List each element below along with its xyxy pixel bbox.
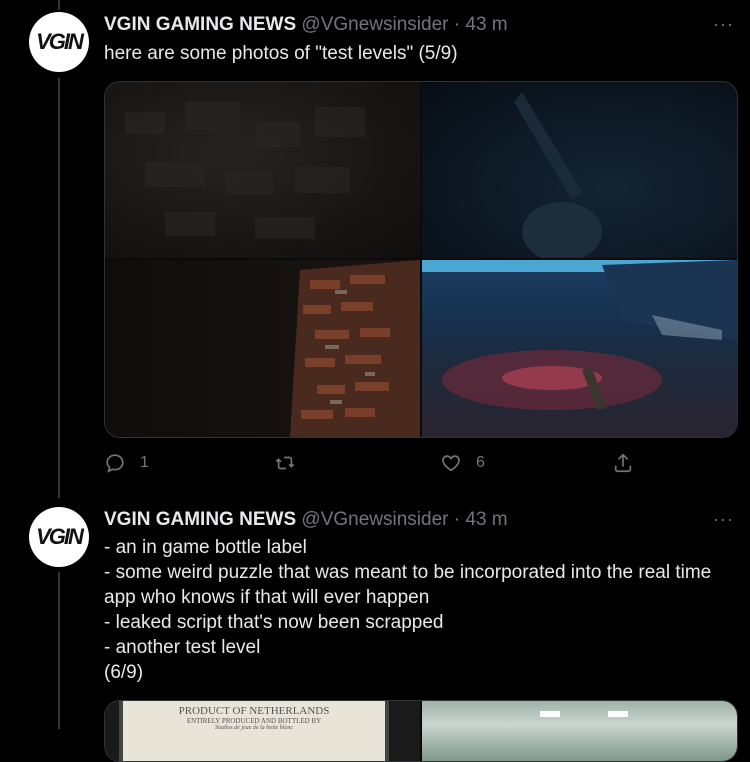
more-options-button[interactable]: ···: [713, 14, 734, 35]
media-grid: [104, 81, 738, 438]
tweet-text-line: here are some photos of "test levels" (5…: [104, 43, 458, 64]
tweet-text-line: - leaked script that's now been scrapped: [104, 612, 444, 633]
media-image-3[interactable]: [105, 260, 420, 437]
reply-icon: [106, 454, 124, 473]
avatar-logo-text: VGIN: [36, 29, 84, 54]
reply-count: 1: [140, 454, 149, 471]
retweet-icon: [275, 456, 295, 470]
tweet-text-line: - another test level: [104, 637, 261, 658]
retweet-button[interactable]: [274, 452, 296, 474]
media-image-2[interactable]: [422, 82, 737, 262]
tweet[interactable]: VGIN VGIN GAMING NEWS @VGnewsinsider · 4…: [0, 500, 750, 762]
media-image-2[interactable]: [422, 701, 737, 761]
bottle-label: PRODUCT OF NETHERLANDS ENTIRELY PRODUCED…: [119, 701, 389, 761]
like-count: 6: [476, 454, 485, 471]
avatar-logo-text: VGIN: [36, 524, 84, 549]
share-button[interactable]: [612, 452, 634, 474]
test-level-scene: [422, 260, 737, 410]
tweet-text-line: (6/9): [104, 662, 144, 683]
media-image-1[interactable]: [105, 82, 420, 258]
media-grid: PRODUCT OF NETHERLANDS ENTIRELY PRODUCED…: [104, 700, 738, 762]
timestamp[interactable]: 43 m: [465, 14, 507, 35]
tweet-actions: 1 6: [104, 452, 644, 480]
media-image-4[interactable]: [422, 260, 737, 437]
more-options-button[interactable]: ···: [713, 509, 734, 530]
label-line: Studios de jeux de la boite blanc: [215, 725, 293, 731]
tweet-text: here are some photos of "test levels" (5…: [104, 41, 724, 66]
ceiling-light: [540, 711, 560, 717]
tweet-text: - an in game bottle label - some weird p…: [104, 535, 724, 685]
share-icon: [614, 453, 632, 473]
brick-wall: [290, 260, 420, 437]
stone-texture: [125, 102, 365, 239]
tweet-text-line: - some weird puzzle that was meant to be…: [104, 562, 712, 583]
avatar[interactable]: VGIN: [29, 507, 89, 567]
weapon-silhouette: [514, 92, 602, 262]
tweet-text-line: - an in game bottle label: [104, 537, 307, 558]
like-button[interactable]: 6: [440, 452, 485, 474]
author-handle[interactable]: @VGnewsinsider: [301, 509, 448, 530]
tweet-header: VGIN GAMING NEWS @VGnewsinsider · 43 m: [104, 509, 508, 531]
timestamp[interactable]: 43 m: [465, 509, 507, 530]
label-line: ENTIRELY PRODUCED AND BOTTLED BY: [186, 717, 322, 725]
tweet[interactable]: VGIN VGIN GAMING NEWS @VGnewsinsider · 4…: [0, 0, 750, 500]
separator: ·: [453, 14, 461, 35]
ceiling-light: [608, 711, 628, 717]
tweet-header: VGIN GAMING NEWS @VGnewsinsider · 43 m: [104, 14, 508, 36]
separator: ·: [453, 509, 461, 530]
tweet-text-line: app who knows if that will ever happen: [104, 587, 430, 608]
label-line: PRODUCT OF NETHERLANDS: [178, 705, 330, 717]
author-name[interactable]: VGIN GAMING NEWS: [104, 509, 296, 530]
author-name[interactable]: VGIN GAMING NEWS: [104, 14, 296, 35]
avatar[interactable]: VGIN: [29, 12, 89, 72]
reply-button[interactable]: 1: [104, 452, 149, 474]
media-image-1[interactable]: PRODUCT OF NETHERLANDS ENTIRELY PRODUCED…: [105, 701, 420, 761]
author-handle[interactable]: @VGnewsinsider: [301, 14, 448, 35]
heart-icon: [442, 455, 460, 472]
